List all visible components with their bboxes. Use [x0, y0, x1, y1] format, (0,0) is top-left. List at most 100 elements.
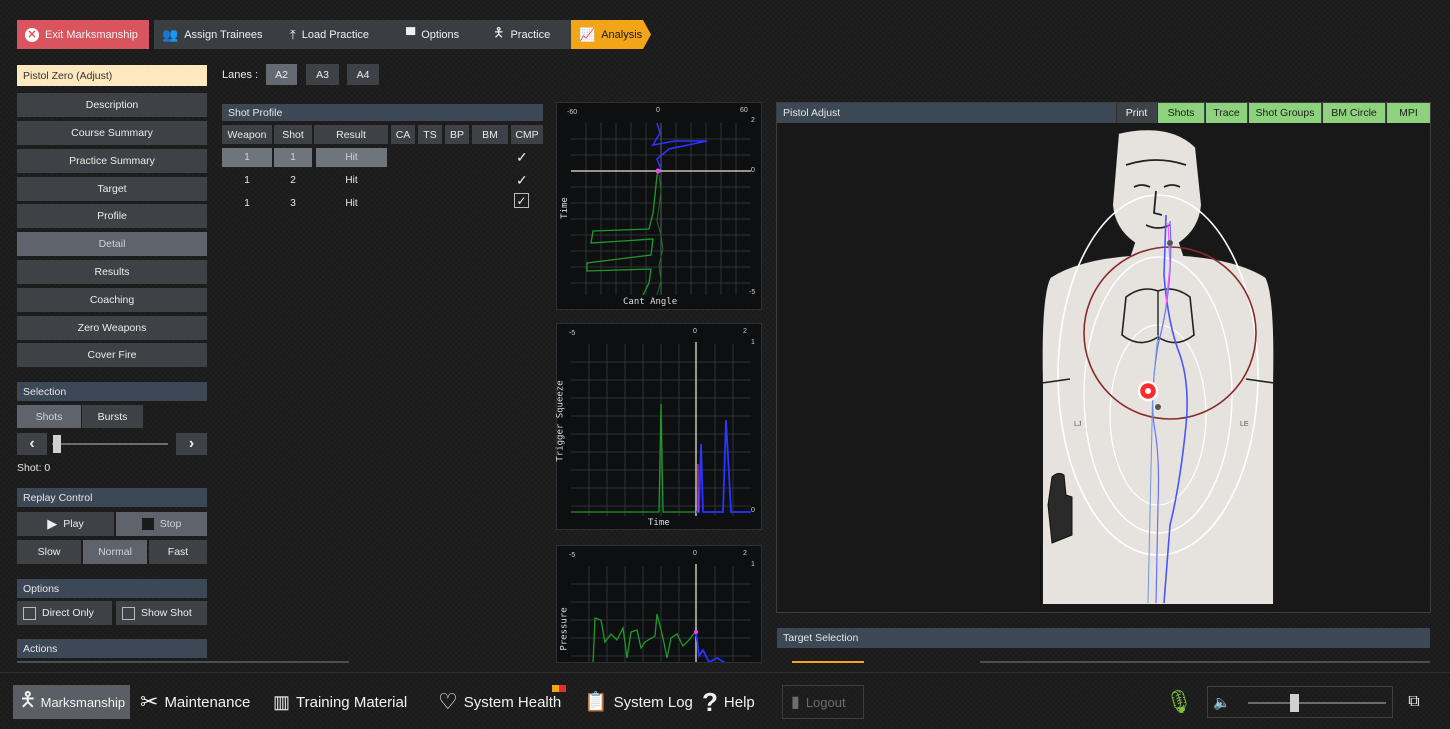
shooter-icon: 🯅 [493, 24, 505, 40]
normal-button[interactable]: Normal [83, 540, 147, 564]
chart-icon: 📈 [579, 26, 596, 42]
exit-marksmanship-label: Exit Marksmanship [45, 28, 138, 41]
external-link-icon: ⧉ [1408, 693, 1420, 710]
target-selection-scrollbar[interactable] [980, 661, 1430, 663]
cell-weapon: 1 [244, 198, 250, 209]
tick-label: -5 [569, 552, 576, 559]
check-icon[interactable]: ✓ [514, 193, 529, 208]
tick-label: -60 [567, 109, 578, 116]
shooter-icon: 🯅 [19, 689, 37, 711]
tab-bm-circle[interactable]: BM Circle [1322, 103, 1385, 123]
target-selection-indicator[interactable] [792, 661, 864, 663]
cell-result: Hit [345, 198, 358, 209]
lanes-label: Lanes : [222, 69, 259, 81]
tab-print[interactable]: Print [1116, 103, 1156, 123]
assign-trainees-button[interactable]: 👥 Assign Trainees [154, 20, 292, 49]
tab-shots[interactable]: Shots [1157, 103, 1204, 123]
shot-slider-track[interactable] [52, 443, 168, 445]
load-practice-label: Load Practice [301, 28, 370, 41]
col-result[interactable]: Result [314, 125, 388, 144]
target-label-right: LE [1240, 421, 1249, 428]
cell-result: Hit [345, 175, 358, 186]
load-practice-button[interactable]: ⤒ Load Practice [282, 20, 407, 49]
maintenance-label: Maintenance [164, 693, 251, 711]
slider-next-button[interactable]: › [176, 433, 207, 455]
people-icon: 👥 [162, 26, 179, 42]
tick-label: 0 [693, 550, 697, 557]
options-header: Options [17, 579, 207, 598]
tab-trace[interactable]: Trace [1205, 103, 1247, 123]
checkbox-box [122, 606, 135, 620]
bursts-toggle[interactable]: Bursts [82, 405, 143, 428]
tick-label: 0 [693, 328, 697, 335]
tick-label: 0 [751, 167, 755, 174]
col-cmp[interactable]: CMP [511, 125, 543, 144]
system-log-button[interactable]: 📋 System Log [584, 685, 693, 719]
tools-icon: ✂ [140, 689, 159, 714]
tick-label: 1 [751, 561, 755, 568]
check-icon[interactable]: ✓ [516, 172, 528, 189]
menu-profile[interactable]: Profile [17, 204, 207, 228]
slider-prev-button[interactable]: ‹ [17, 433, 47, 455]
stop-button[interactable]: Stop [116, 512, 207, 536]
tick-label: -5 [749, 289, 756, 296]
col-weapon[interactable]: Weapon [222, 125, 272, 144]
logout-button[interactable]: ▮ Logout [782, 685, 864, 719]
play-button[interactable]: ▶ Play [17, 512, 114, 536]
system-health-label: System Health [463, 693, 562, 711]
slow-button[interactable]: Slow [17, 540, 81, 564]
analysis-button[interactable]: 📈 Analysis [571, 20, 651, 49]
shots-toggle[interactable]: Shots [17, 405, 81, 428]
col-shot[interactable]: Shot [274, 125, 312, 144]
system-health-button[interactable]: ♡ System Health [438, 685, 568, 719]
menu-course-summary[interactable]: Course Summary [17, 121, 207, 145]
microphone-button[interactable]: 🎙 [1160, 685, 1198, 719]
tab-mpi[interactable]: MPI [1386, 103, 1430, 123]
system-log-label: System Log [613, 693, 693, 711]
col-ca[interactable]: CA [391, 125, 415, 144]
lane-a4[interactable]: A4 [347, 64, 379, 85]
menu-results[interactable]: Results [17, 260, 207, 284]
clipboard-icon: 📋 [584, 692, 608, 713]
menu-description[interactable]: Description [17, 93, 207, 117]
tick-label: -5 [569, 330, 576, 337]
menu-zero-weapons[interactable]: Zero Weapons [17, 316, 207, 340]
shot-profile-header: Shot Profile [222, 104, 543, 121]
tick-label: 60 [740, 107, 748, 114]
analysis-label: Analysis [601, 28, 643, 41]
practice-label: Practice [510, 28, 551, 41]
practice-button[interactable]: 🯅 Practice [485, 20, 582, 49]
popout-button[interactable]: ⧉ [1402, 685, 1426, 719]
volume-control[interactable]: 🔈 [1207, 686, 1393, 718]
col-bm[interactable]: BM [472, 125, 508, 144]
tab-shot-groups[interactable]: Shot Groups [1248, 103, 1321, 123]
y-axis-label: Pressure [559, 607, 570, 651]
options-button[interactable]: ▀ Options [398, 20, 493, 49]
menu-cover-fire[interactable]: Cover Fire [17, 343, 207, 367]
help-button[interactable]: ? Help [702, 685, 772, 719]
lane-a2[interactable]: A2 [266, 64, 297, 85]
col-bp[interactable]: BP [445, 125, 469, 144]
menu-detail[interactable]: Detail [17, 232, 207, 256]
show-shot-checkbox[interactable]: Show Shot [116, 601, 207, 625]
training-material-button[interactable]: ▥ Training Material [273, 685, 423, 719]
lane-a3[interactable]: A3 [306, 64, 339, 85]
menu-practice-summary[interactable]: Practice Summary [17, 149, 207, 173]
pistol-target[interactable]: LJ LE [1030, 125, 1280, 606]
direct-only-checkbox[interactable]: Direct Only [17, 601, 112, 625]
direct-only-label: Direct Only [42, 607, 94, 619]
volume-handle[interactable] [1289, 694, 1299, 712]
menu-coaching[interactable]: Coaching [17, 288, 207, 312]
check-icon[interactable]: ✓ [516, 149, 528, 166]
exit-marksmanship-button[interactable]: ✕ Exit Marksmanship [17, 20, 149, 49]
horizontal-scrollbar[interactable] [17, 661, 349, 663]
shot-slider-handle[interactable] [53, 435, 61, 453]
y-axis-label: Trigger Squeeze [555, 380, 566, 462]
fast-button[interactable]: Fast [149, 540, 207, 564]
menu-target[interactable]: Target [17, 177, 207, 201]
volume-track[interactable] [1248, 702, 1386, 704]
maintenance-button[interactable]: ✂ Maintenance [140, 685, 264, 719]
marksmanship-button[interactable]: 🯅 Marksmanship [13, 685, 130, 719]
col-ts[interactable]: TS [418, 125, 442, 144]
panel-icon: ▀ [406, 27, 416, 42]
